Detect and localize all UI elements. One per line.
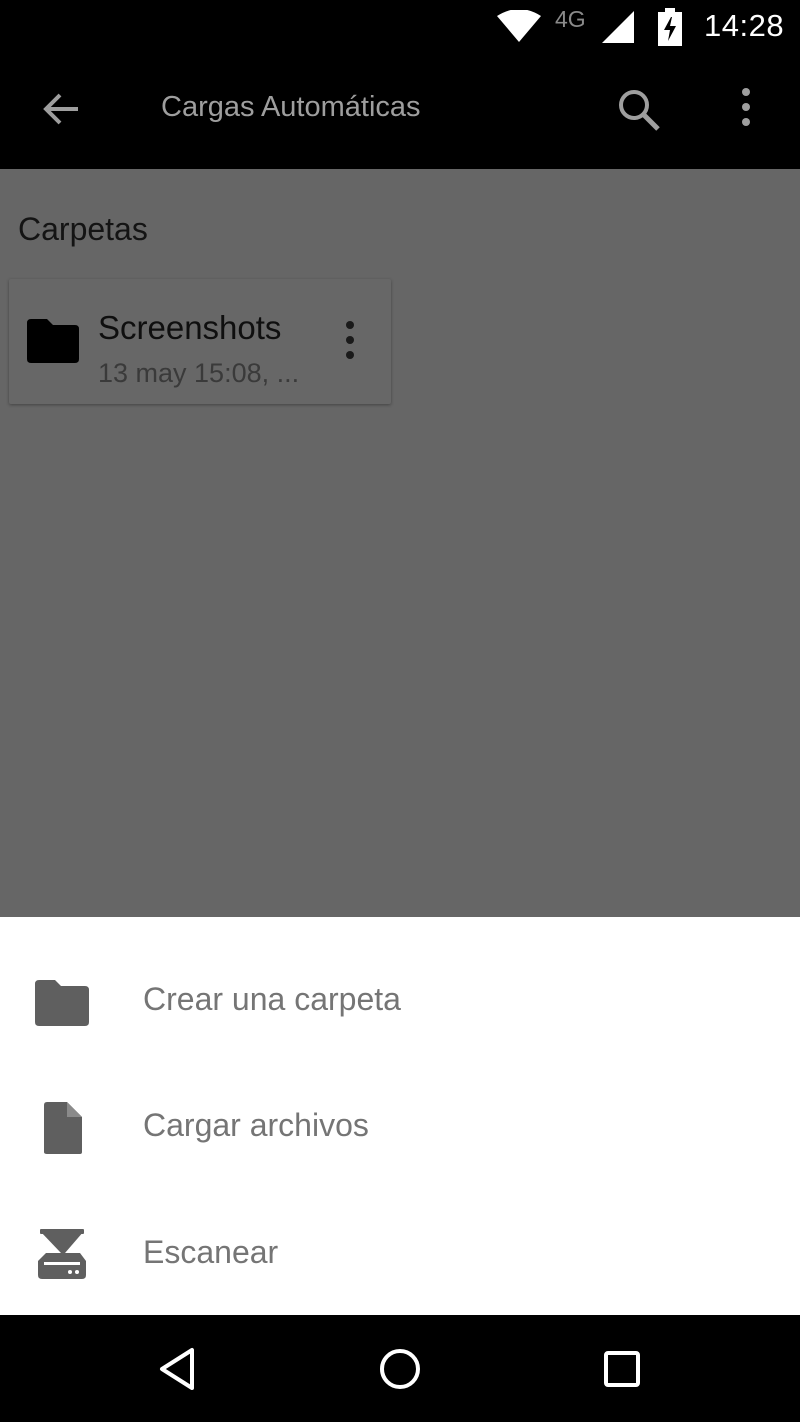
clock: 14:28	[704, 8, 785, 43]
folder-card-screenshots[interactable]: Screenshots 13 may 15:08, ...	[9, 279, 391, 404]
scan-label: Escanear	[143, 1234, 279, 1270]
system-navigation-bar	[0, 1315, 800, 1422]
scanner-icon	[38, 1229, 86, 1279]
folder-list-area[interactable]: Carpetas Screenshots 13 may 15:08, ...	[0, 169, 800, 917]
signal-icon	[602, 11, 634, 43]
upload-files-option[interactable]: Cargar archivos	[0, 1063, 800, 1189]
app-bar: Cargas Automáticas	[0, 56, 800, 169]
status-bar: 4G 14:28	[0, 0, 800, 56]
back-arrow-icon[interactable]	[38, 85, 86, 133]
folder-name: Screenshots	[98, 309, 282, 346]
nav-home-icon[interactable]	[376, 1345, 424, 1393]
battery-charging-icon	[658, 8, 682, 46]
section-heading-folders: Carpetas	[18, 211, 148, 247]
nav-back-icon[interactable]	[154, 1345, 202, 1393]
folder-more-options-icon[interactable]	[336, 319, 364, 363]
network-type-label: 4G	[555, 6, 586, 32]
folder-icon	[35, 980, 89, 1026]
file-icon	[44, 1102, 82, 1154]
more-options-icon[interactable]	[722, 85, 770, 135]
folder-icon	[27, 319, 79, 363]
scan-option[interactable]: Escanear	[0, 1190, 800, 1316]
page-title: Cargas Automáticas	[161, 91, 421, 123]
upload-files-label: Cargar archivos	[143, 1107, 369, 1143]
create-folder-option[interactable]: Crear una carpeta	[0, 937, 800, 1063]
nav-recent-apps-icon[interactable]	[598, 1345, 646, 1393]
add-options-bottom-sheet: Crear una carpeta Cargar archivos Escane…	[0, 917, 800, 1315]
folder-date: 13 may 15:08, ...	[98, 358, 300, 388]
search-icon[interactable]	[614, 85, 664, 135]
create-folder-label: Crear una carpeta	[143, 981, 401, 1017]
wifi-icon	[497, 10, 541, 42]
